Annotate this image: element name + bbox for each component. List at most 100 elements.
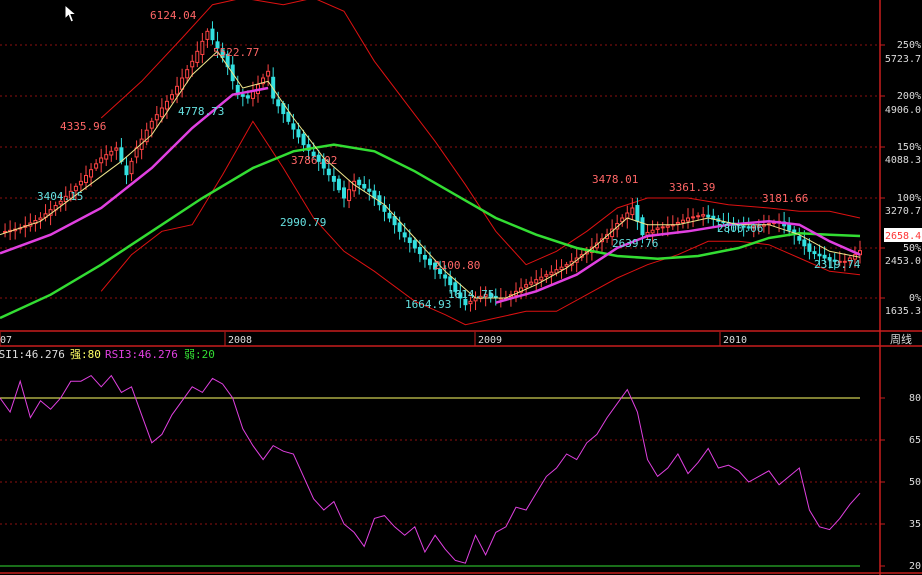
candle-body (428, 258, 432, 266)
candle-body (245, 95, 250, 99)
price-annotation: 3786.02 (291, 154, 337, 167)
candle-body (362, 184, 367, 189)
candle-body (529, 281, 534, 285)
candle-body (559, 266, 564, 270)
candle-body (266, 70, 271, 77)
candle-body (347, 189, 352, 202)
price-annotation: 2100.80 (434, 259, 480, 272)
x-tick-label: 2009 (478, 335, 502, 346)
candle-body (701, 214, 706, 217)
candle-body (468, 300, 473, 305)
y-percent-tick: 0% (909, 293, 921, 304)
stock-chart: 6124.04 5522.77 4335.96 4778.73 3404.15 3786.… (0, 0, 922, 575)
candle-body (422, 254, 427, 260)
candle-body (89, 169, 94, 178)
rsi-weak-legend: 弱:20 (184, 348, 215, 361)
price-annotation: 3478.01 (592, 173, 638, 186)
candle-body (124, 165, 129, 176)
candle-body (630, 207, 635, 216)
price-annotation: 4335.96 (60, 120, 106, 133)
candle-body (195, 50, 200, 63)
candle-body (412, 240, 417, 249)
x-tick-label: 2010 (723, 335, 747, 346)
candle-body (686, 217, 690, 222)
candle-body (812, 251, 817, 255)
y-percent-tick: 200% (897, 91, 921, 102)
rsi-series (0, 374, 861, 567)
candle-body (807, 243, 812, 252)
candle-body (549, 271, 554, 276)
rsi3-legend: RSI3:46.276 (105, 348, 178, 361)
candle-body (296, 129, 301, 138)
candle-body (175, 85, 180, 95)
candle-body (392, 216, 397, 226)
candle-body (696, 215, 701, 218)
candle-body (655, 227, 660, 231)
moving-averages (0, 50, 861, 320)
candle-body (650, 229, 655, 234)
candle-body (417, 246, 422, 255)
candle-body (104, 154, 109, 160)
candle-body (301, 133, 306, 146)
rsi-gridlines (0, 439, 880, 525)
candle-body (286, 111, 291, 122)
candle-body (331, 175, 336, 182)
candle-body (205, 30, 210, 40)
candle-body (443, 274, 448, 279)
candle-body (190, 60, 195, 68)
candle-body (210, 28, 215, 41)
candle-body (154, 114, 159, 121)
candle-body (680, 219, 685, 224)
candle-body (706, 214, 711, 218)
y-percent-tick: 100% (897, 193, 921, 204)
price-annotation: 5522.77 (213, 46, 259, 59)
rsi-line (0, 374, 861, 564)
y-price-tick: 4906.0 (885, 105, 921, 116)
candle-body (524, 284, 529, 288)
candle-body (99, 157, 104, 164)
current-price-label: 2658.4 (885, 231, 921, 242)
candle-body (797, 236, 802, 241)
price-annotation: 6124.04 (150, 9, 197, 22)
price-annotation: 1664.93 (405, 298, 451, 311)
candle-body (240, 94, 245, 97)
candle-body (291, 123, 296, 130)
price-annotation: 3181.66 (762, 192, 808, 205)
candle-body (149, 120, 154, 129)
price-annotation: 2319.74 (814, 258, 861, 271)
price-annotation: 2800.06 (717, 222, 763, 235)
candle-body (326, 168, 331, 176)
rsi-strong-legend: 强:80 (70, 348, 101, 361)
y-percent-tick: 150% (897, 142, 921, 153)
rsi-panel: 80 65 50 35 20 RSI1:46.276 强:80 RSI3:46.276 弱:20 (0, 348, 921, 572)
y-price-tick: 5723.7 (885, 54, 921, 65)
candle-body (109, 150, 114, 156)
candle-body (665, 225, 670, 228)
candle-body (200, 40, 205, 55)
candle-body (817, 253, 822, 257)
rsi-axis: 80 65 50 35 20 RSI1:46.276 强:80 RSI3:46.276 弱:20 (0, 348, 921, 572)
candle-body (802, 239, 807, 247)
candle-body (185, 69, 190, 79)
candle-body (675, 221, 680, 225)
x-tick-label: 07 (0, 335, 12, 346)
rsi-y-tick: 65 (909, 435, 921, 446)
candle-body (367, 188, 372, 192)
candle-body (357, 179, 362, 186)
candle-body (38, 217, 43, 221)
y-percent-tick: 250% (897, 40, 921, 51)
price-annotation: 3361.39 (669, 181, 715, 194)
candle-body (660, 226, 665, 229)
candle-body (407, 237, 412, 243)
price-annotation: 1814.75 (448, 288, 494, 301)
price-annotation: 2990.79 (280, 216, 326, 229)
candle-body (640, 217, 645, 236)
candle-body (387, 212, 392, 219)
y-price-tick: 1635.3 (885, 306, 921, 317)
rsi1-legend: RSI1:46.276 (0, 348, 65, 361)
candle-body (342, 187, 346, 199)
candle-body (276, 99, 281, 107)
candle-body (170, 94, 174, 100)
price-panel: 6124.04 5522.77 4335.96 4778.73 3404.15 3786.… (0, 0, 922, 346)
candle-body (564, 264, 569, 267)
